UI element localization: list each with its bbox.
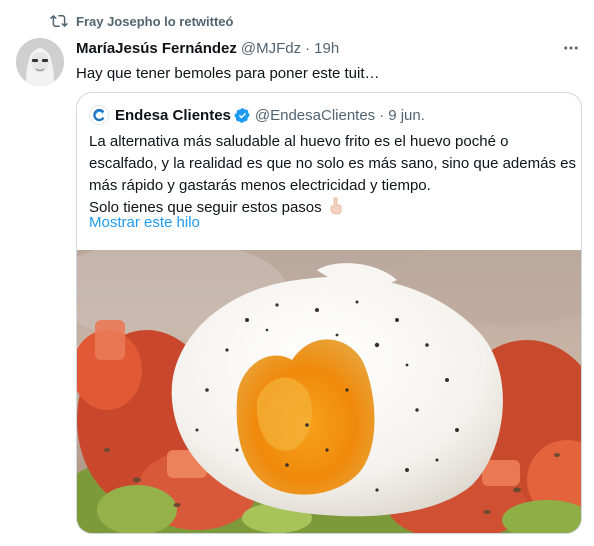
- retweet-icon: [50, 14, 68, 28]
- more-dots-icon: [564, 46, 578, 50]
- endesa-logo-icon: [93, 108, 105, 122]
- quoted-author-name[interactable]: Endesa Clientes: [115, 107, 231, 124]
- avatar-photo: [16, 38, 64, 86]
- separator-dot: ·: [305, 39, 311, 57]
- quoted-author-avatar: [89, 105, 109, 125]
- quoted-tweet-text: La alternativa más saludable al huevo fr…: [89, 131, 576, 219]
- tweet-timestamp[interactable]: 19h: [314, 40, 339, 57]
- author-name[interactable]: MaríaJesús Fernández: [76, 40, 237, 57]
- pointing-down-finger-icon: [330, 197, 342, 215]
- author-handle[interactable]: @MJFdz: [241, 40, 301, 57]
- quoted-text-line: La alternativa más saludable al huevo fr…: [89, 133, 509, 150]
- separator-dot: ·: [379, 106, 385, 124]
- show-thread-link[interactable]: Mostrar este hilo: [89, 214, 200, 231]
- quoted-text-line: más rápido y gastarás menos electricidad…: [89, 177, 431, 194]
- retweet-context[interactable]: Fray Josepho lo retwitteó: [50, 11, 233, 31]
- quoted-author-handle[interactable]: @EndesaClientes: [255, 107, 375, 124]
- retweet-label: Fray Josepho lo retwitteó: [76, 13, 234, 29]
- quoted-tweet-header: Endesa Clientes @EndesaClientes · 9 jun.: [89, 105, 425, 125]
- author-avatar[interactable]: [16, 38, 64, 86]
- tweet-header: MaríaJesús Fernández @MJFdz · 19h: [76, 38, 584, 58]
- quoted-tweet-card[interactable]: Endesa Clientes @EndesaClientes · 9 jun.…: [76, 92, 582, 534]
- verified-badge-icon: [234, 107, 250, 123]
- tweet-text: Hay que tener bemoles para poner este tu…: [76, 65, 380, 82]
- poached-egg-image: [77, 250, 581, 533]
- poached-egg-photo[interactable]: [77, 250, 581, 533]
- more-options-button[interactable]: [558, 38, 584, 58]
- quoted-text-line: escalfado, y la realidad es que no solo …: [89, 155, 576, 172]
- quoted-tweet-date[interactable]: 9 jun.: [388, 107, 425, 124]
- tweet[interactable]: MaríaJesús Fernández @MJFdz · 19h Hay qu…: [76, 38, 584, 84]
